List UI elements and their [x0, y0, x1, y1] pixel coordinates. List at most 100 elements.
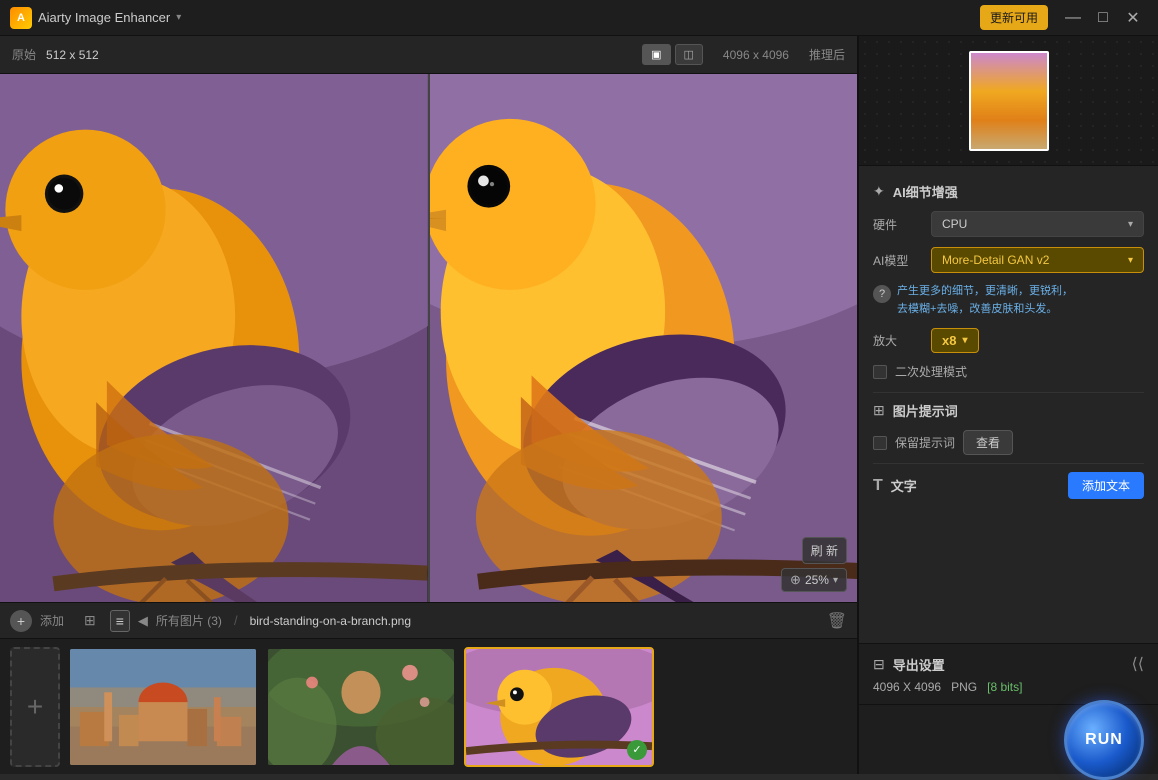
- maximize-button[interactable]: □: [1088, 3, 1118, 33]
- grid-view-button[interactable]: ⊞: [78, 609, 102, 632]
- zoom-dropdown-arrow[interactable]: ▾: [833, 575, 838, 586]
- hint-row: 保留提示词 查看: [873, 430, 1144, 455]
- filmstrip-toolbar: + 添加 ⊞ ≡ ◀ 所有图片 (3) / bird-standing-on-a…: [0, 603, 857, 639]
- output-size: 4096 x 4096: [723, 48, 789, 62]
- secondary-mode-checkbox[interactable]: [873, 365, 887, 379]
- export-section: ⊟ 导出设置 ⟨⟨ 4096 X 4096 PNG [8 bits]: [859, 643, 1158, 704]
- back-arrow: ◀: [138, 613, 148, 629]
- zoom-icon: ⊕: [790, 572, 801, 588]
- ai-model-value: More-Detail GAN v2: [942, 253, 1049, 267]
- zoom-value: 25%: [805, 573, 829, 587]
- hardware-dropdown[interactable]: CPU ▾: [931, 211, 1144, 237]
- secondary-mode-label: 二次处理模式: [895, 363, 967, 380]
- original-label: 原始: [12, 46, 36, 63]
- add-new-button[interactable]: +: [10, 647, 60, 767]
- original-bird-svg: [0, 74, 428, 602]
- secondary-mode-row: 二次处理模式: [873, 363, 1144, 380]
- add-icon-button[interactable]: +: [10, 610, 32, 632]
- help-row: ? 产生更多的细节，更清晰，更锐利，去模糊+去噪，改善皮肤和头发。: [873, 283, 1144, 318]
- zoom-control[interactable]: ⊕ 25% ▾: [781, 568, 847, 592]
- run-button[interactable]: RUN: [1064, 700, 1144, 780]
- original-image: [0, 74, 430, 602]
- thumbnail-checkmark: ✓: [627, 740, 647, 760]
- zoom-dropdown-arrow: ▾: [962, 335, 967, 346]
- text-section-header: T 文字 添加文本: [873, 472, 1144, 499]
- preview-thumb-bg: [971, 53, 1047, 149]
- thumb1-svg: [70, 647, 256, 767]
- preserve-hint-label: 保留提示词: [895, 434, 955, 451]
- text-header-inner: T 文字: [873, 476, 917, 495]
- single-view-button[interactable]: ▣: [642, 44, 670, 65]
- thumb2-svg: [268, 647, 454, 767]
- add-text-button[interactable]: 添加文本: [1068, 472, 1144, 499]
- enhanced-image: 刷 新 ⊕ 25% ▾: [430, 74, 858, 602]
- float-controls: 刷 新 ⊕ 25% ▾: [781, 537, 847, 592]
- export-bits: [8 bits]: [987, 680, 1022, 694]
- hardware-dropdown-arrow: ▾: [1128, 219, 1133, 230]
- export-icon: ⊟: [873, 656, 885, 673]
- help-icon[interactable]: ?: [873, 285, 891, 303]
- main-layout: 原始 512 x 512 ▣ ◫ 4096 x 4096 推理后: [0, 36, 1158, 774]
- thumbnail-item-2[interactable]: [266, 647, 456, 767]
- infer-label: 推理后: [809, 46, 845, 63]
- hardware-value: CPU: [942, 217, 967, 231]
- preview-thumbnail: [969, 51, 1049, 151]
- minimize-button[interactable]: —: [1058, 3, 1088, 33]
- filmstrip-bar: + 添加 ⊞ ≡ ◀ 所有图片 (3) / bird-standing-on-a…: [0, 602, 857, 774]
- original-size: 512 x 512: [46, 48, 99, 62]
- text-icon: T: [873, 477, 883, 495]
- run-section: RUN: [859, 704, 1158, 774]
- delete-button[interactable]: 🗑: [827, 611, 847, 631]
- canvas-area: 刷 新 ⊕ 25% ▾: [0, 74, 857, 602]
- thumbnail-bg-2: [268, 649, 454, 765]
- ai-model-dropdown[interactable]: More-Detail GAN v2 ▾: [931, 247, 1144, 273]
- image-hint-icon: ⊞: [873, 402, 885, 419]
- breadcrumb-nav[interactable]: 所有图片 (3): [156, 612, 222, 629]
- thumbnail-bg-1: [70, 649, 256, 765]
- app-logo: A: [10, 7, 32, 29]
- view-toggle-group: ▣ ◫: [642, 44, 703, 65]
- export-format: PNG: [951, 680, 977, 694]
- hardware-label: 硬件: [873, 216, 923, 233]
- image-panel: 原始 512 x 512 ▣ ◫ 4096 x 4096 推理后: [0, 36, 858, 774]
- ai-enhance-header: ✦ AI细节增强: [873, 182, 1144, 201]
- titlebar: A Aiarty Image Enhancer ▾ 更新可用 — □ ✕: [0, 0, 1158, 36]
- breadcrumb-separator: /: [234, 613, 238, 628]
- thumbnail-item-1[interactable]: [68, 647, 258, 767]
- ai-model-field-row: AI模型 More-Detail GAN v2 ▾: [873, 247, 1144, 273]
- right-panel: ✦ AI细节增强 硬件 CPU ▾ AI模型 More-Detail GAN v…: [858, 36, 1158, 774]
- filmstrip-content: +: [0, 639, 857, 774]
- export-header: ⊟ 导出设置 ⟨⟨: [873, 654, 1144, 674]
- ai-enhance-icon: ✦: [873, 183, 885, 200]
- split-view-button[interactable]: ◫: [675, 44, 703, 65]
- ai-enhance-title: AI细节增强: [893, 182, 958, 201]
- zoom-dropdown[interactable]: x8 ▾: [931, 328, 979, 353]
- titlebar-dropdown-arrow[interactable]: ▾: [176, 12, 181, 23]
- add-label: 添加: [40, 612, 64, 629]
- ai-model-label: AI模型: [873, 252, 923, 269]
- export-title: 导出设置: [893, 655, 945, 674]
- list-view-button[interactable]: ≡: [110, 610, 130, 632]
- breadcrumb-filename: bird-standing-on-a-branch.png: [250, 614, 411, 628]
- update-button[interactable]: 更新可用: [980, 5, 1048, 30]
- refresh-button[interactable]: 刷 新: [802, 537, 847, 564]
- image-hint-title: 图片提示词: [893, 401, 958, 420]
- preserve-hint-checkbox[interactable]: [873, 436, 887, 450]
- view-hint-button[interactable]: 查看: [963, 430, 1013, 455]
- ai-model-dropdown-arrow: ▾: [1128, 255, 1133, 266]
- export-collapse-button[interactable]: ⟨⟨: [1132, 654, 1144, 674]
- thumbnail-item-3[interactable]: ✓: [464, 647, 654, 767]
- image-hint-header: ⊞ 图片提示词: [873, 401, 1144, 420]
- export-title-row: ⊟ 导出设置: [873, 655, 945, 674]
- thumbnail-preview: [859, 36, 1158, 166]
- text-title: 文字: [891, 476, 917, 495]
- image-topbar: 原始 512 x 512 ▣ ◫ 4096 x 4096 推理后: [0, 36, 857, 74]
- help-text: 产生更多的细节，更清晰，更锐利，去模糊+去噪，改善皮肤和头发。: [897, 283, 1073, 318]
- divider-1: [873, 392, 1144, 393]
- thumb3-svg: [466, 647, 652, 767]
- close-button[interactable]: ✕: [1118, 3, 1148, 33]
- divider-2: [873, 463, 1144, 464]
- hardware-field-row: 硬件 CPU ▾: [873, 211, 1144, 237]
- thumbnail-bg-3: [466, 649, 652, 765]
- export-size: 4096 X 4096: [873, 680, 941, 694]
